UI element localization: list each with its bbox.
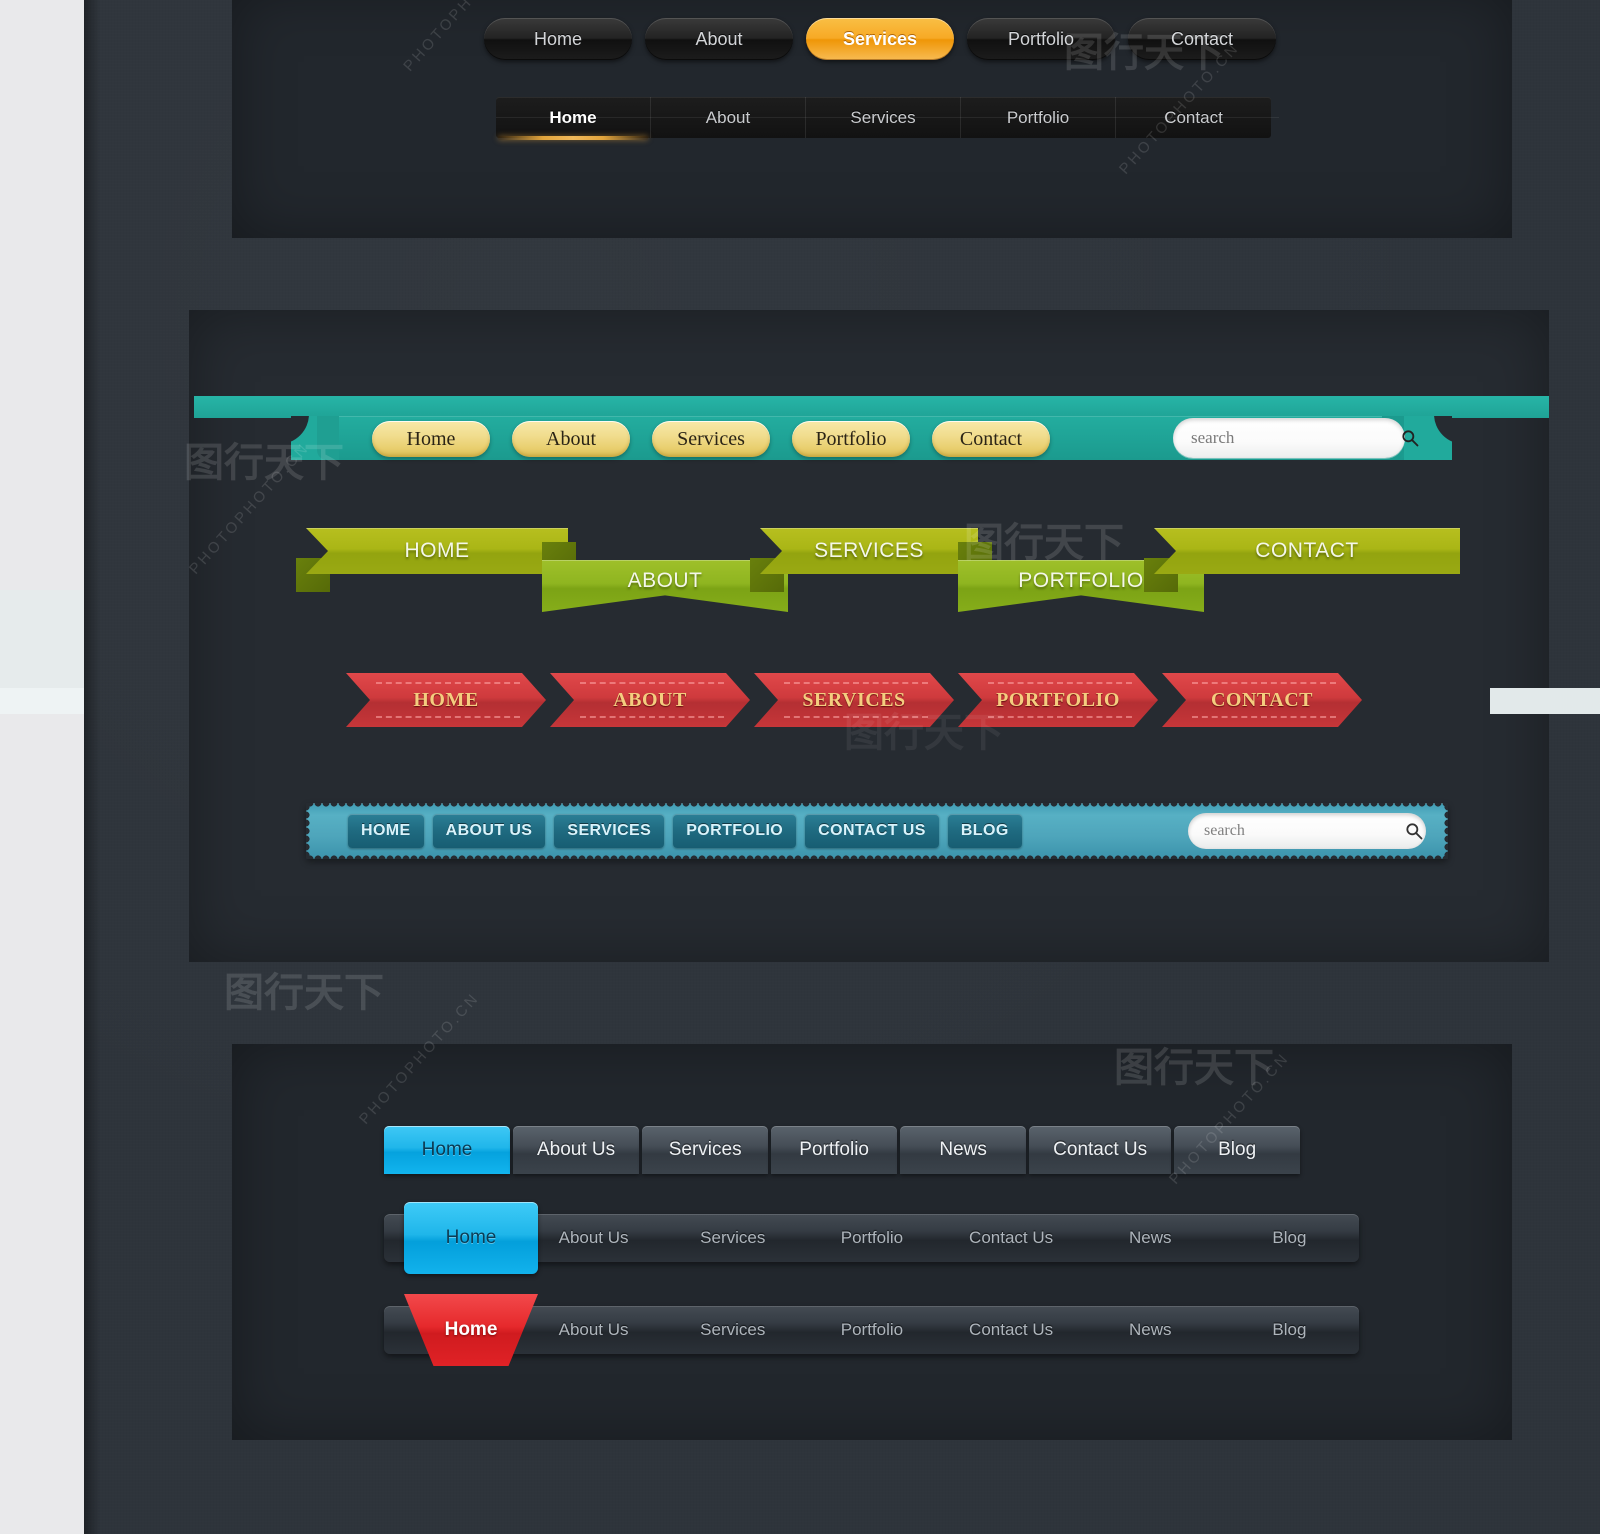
teal-nav-item-about[interactable]: About — [512, 421, 630, 457]
stitch-line — [784, 682, 928, 684]
flat_red-item-blog[interactable]: Blog — [1220, 1320, 1359, 1340]
teal-search-input[interactable] — [1191, 428, 1400, 448]
blue-bar-left-scallop — [306, 803, 313, 859]
green-ribbon-label: SERVICES — [814, 539, 924, 562]
side-band-left — [0, 590, 84, 700]
pill-nav-item-about[interactable]: About — [645, 18, 793, 60]
sep-tab-item-news[interactable]: News — [900, 1126, 1027, 1174]
flat_cyan-item-blog[interactable]: Blog — [1220, 1228, 1359, 1248]
dark-tab-item-about[interactable]: About — [651, 97, 806, 138]
teal-search-box[interactable] — [1173, 418, 1419, 458]
blue-nav-item-home[interactable]: HOME — [348, 814, 424, 848]
blue-search-box[interactable] — [1188, 813, 1426, 849]
flat_red-item-about-us[interactable]: About Us — [524, 1320, 663, 1340]
red-ribbon-label: CONTACT — [1210, 688, 1314, 711]
green-ribbon-item-home[interactable]: HOME — [306, 528, 568, 574]
teal-nav-item-portfolio[interactable]: Portfolio — [792, 421, 910, 457]
blue-scalloped-bar-nav: HOME ABOUT US SERVICES PORTFOLIO CONTACT US B… — [306, 803, 1448, 859]
dark-tab-item-home[interactable]: Home — [496, 97, 651, 140]
side-band-left-lower — [0, 688, 84, 714]
red-ribbon-label: HOME — [413, 688, 479, 711]
dark-tab-item-contact[interactable]: Contact — [1116, 97, 1271, 138]
page-root: Home About Services Portfolio Contact Home Ab… — [0, 0, 1600, 1534]
teal-ribbon-top-band — [194, 396, 1549, 418]
stitch-line — [988, 682, 1132, 684]
red-ribbon-label: ABOUT — [613, 688, 687, 711]
stitch-line — [376, 682, 520, 684]
red-ribbon-item-home[interactable]: HOME — [346, 673, 546, 727]
separated-dark-tab-nav: Home About Us Services Portfolio News Contact… — [384, 1126, 1303, 1174]
page-body: Home About Services Portfolio Contact Home Ab… — [84, 0, 1600, 1534]
green-ribbon-item-services[interactable]: SERVICES — [760, 528, 978, 574]
stitch-line — [580, 682, 724, 684]
dark-tab-item-portfolio[interactable]: Portfolio — [961, 97, 1116, 138]
pill-nav-item-home[interactable]: Home — [484, 18, 632, 60]
teal-ribbon-left-cap — [317, 416, 339, 460]
sep-tab-item-blog[interactable]: Blog — [1174, 1126, 1301, 1174]
stitch-line — [988, 716, 1132, 718]
dark-underline-tab-nav: Home About Services Portfolio Contact — [496, 97, 1279, 140]
pill-nav-item-services[interactable]: Services — [806, 18, 954, 60]
red-ribbon-item-about[interactable]: ABOUT — [550, 673, 750, 727]
flat_red-item-portfolio[interactable]: Portfolio — [802, 1320, 941, 1340]
red-chevron-ribbon-nav: HOME ABOUT SERVICES PORTFOLIO CONTACT — [346, 673, 1366, 727]
green-ribbon-label: HOME — [404, 539, 470, 562]
flat_cyan-item-contact-us[interactable]: Contact Us — [942, 1228, 1081, 1248]
pill-nav-item-portfolio[interactable]: Portfolio — [967, 18, 1115, 60]
search-icon[interactable] — [1400, 428, 1420, 448]
red-ribbon-item-contact[interactable]: CONTACT — [1162, 673, 1362, 727]
stitch-line — [1192, 716, 1336, 718]
flat-cyan-items: About Us Services Portfolio Contact Us News B… — [524, 1228, 1359, 1248]
sep-tab-item-about-us[interactable]: About Us — [513, 1126, 640, 1174]
search-icon[interactable] — [1404, 821, 1424, 841]
flat_red-item-contact-us[interactable]: Contact Us — [942, 1320, 1081, 1340]
green-ribbon-label: PORTFOLIO — [1018, 569, 1144, 592]
flat-cyan-active-tab[interactable]: Home — [404, 1202, 538, 1274]
flat_cyan-item-services[interactable]: Services — [663, 1228, 802, 1248]
flat_red-item-services[interactable]: Services — [663, 1320, 802, 1340]
flat_cyan-item-about-us[interactable]: About Us — [524, 1228, 663, 1248]
flat-red-items: About Us Services Portfolio Contact Us News B… — [524, 1320, 1359, 1340]
blue-nav-item-blog[interactable]: BLOG — [947, 814, 1022, 848]
teal-nav-item-home[interactable]: Home — [372, 421, 490, 457]
red-ribbon-item-services[interactable]: SERVICES — [754, 673, 954, 727]
stitch-line — [1192, 682, 1336, 684]
blue-nav-item-contact-us[interactable]: CONTACT US — [805, 814, 939, 848]
sep-tab-item-home[interactable]: Home — [384, 1126, 510, 1174]
blue-bar-right-scallop — [1441, 803, 1448, 859]
teal-nav-item-services[interactable]: Services — [652, 421, 770, 457]
stitch-line — [784, 716, 928, 718]
flat_cyan-item-portfolio[interactable]: Portfolio — [802, 1228, 941, 1248]
blue-search-input[interactable] — [1204, 822, 1404, 840]
dark-tab-item-services[interactable]: Services — [806, 97, 961, 138]
flat_red-item-news[interactable]: News — [1081, 1320, 1220, 1340]
sep-tab-item-portfolio[interactable]: Portfolio — [771, 1126, 898, 1174]
flat-bar-cyan-active-nav: Home About Us Services Portfolio Contact Us… — [384, 1202, 1359, 1274]
dark-glossy-pill-nav: Home About Services Portfolio Contact — [484, 18, 1276, 60]
red-ribbon-label: PORTFOLIO — [996, 688, 1120, 711]
stitch-line — [580, 716, 724, 718]
pill-nav-item-contact[interactable]: Contact — [1128, 18, 1276, 60]
sep-tab-item-contact-us[interactable]: Contact Us — [1029, 1126, 1172, 1174]
blue-nav-item-services[interactable]: SERVICES — [554, 814, 665, 848]
watermark: 图行天下 — [224, 971, 384, 1015]
teal-nav-items: Home About Services Portfolio Contact — [372, 421, 1050, 457]
red-ribbon-label: SERVICES — [802, 688, 906, 711]
green-ribbon-item-contact[interactable]: CONTACT — [1154, 528, 1460, 574]
flat-bar-red-active-nav: Home About Us Services Portfolio Contact Us… — [384, 1294, 1359, 1366]
teal-ribbon-gold-pill-nav: Home About Services Portfolio Contact — [84, 396, 1600, 474]
blue-nav-item-about-us[interactable]: ABOUT US — [432, 814, 546, 848]
side-band-right — [1490, 688, 1600, 714]
red-ribbon-item-portfolio[interactable]: PORTFOLIO — [958, 673, 1158, 727]
green-ribbon-label: CONTACT — [1255, 539, 1359, 562]
teal-nav-item-contact[interactable]: Contact — [932, 421, 1050, 457]
sep-tab-item-services[interactable]: Services — [642, 1126, 769, 1174]
green-ribbon-nav: HOME ABOUT SERVICES PORTFOLIO CONTACT — [84, 524, 1600, 614]
blue-nav-item-portfolio[interactable]: PORTFOLIO — [673, 814, 797, 848]
flat_cyan-item-news[interactable]: News — [1081, 1228, 1220, 1248]
stitch-line — [376, 716, 520, 718]
blue-nav-items: HOME ABOUT US SERVICES PORTFOLIO CONTACT US B… — [348, 814, 1031, 848]
green-ribbon-label: ABOUT — [627, 569, 703, 592]
